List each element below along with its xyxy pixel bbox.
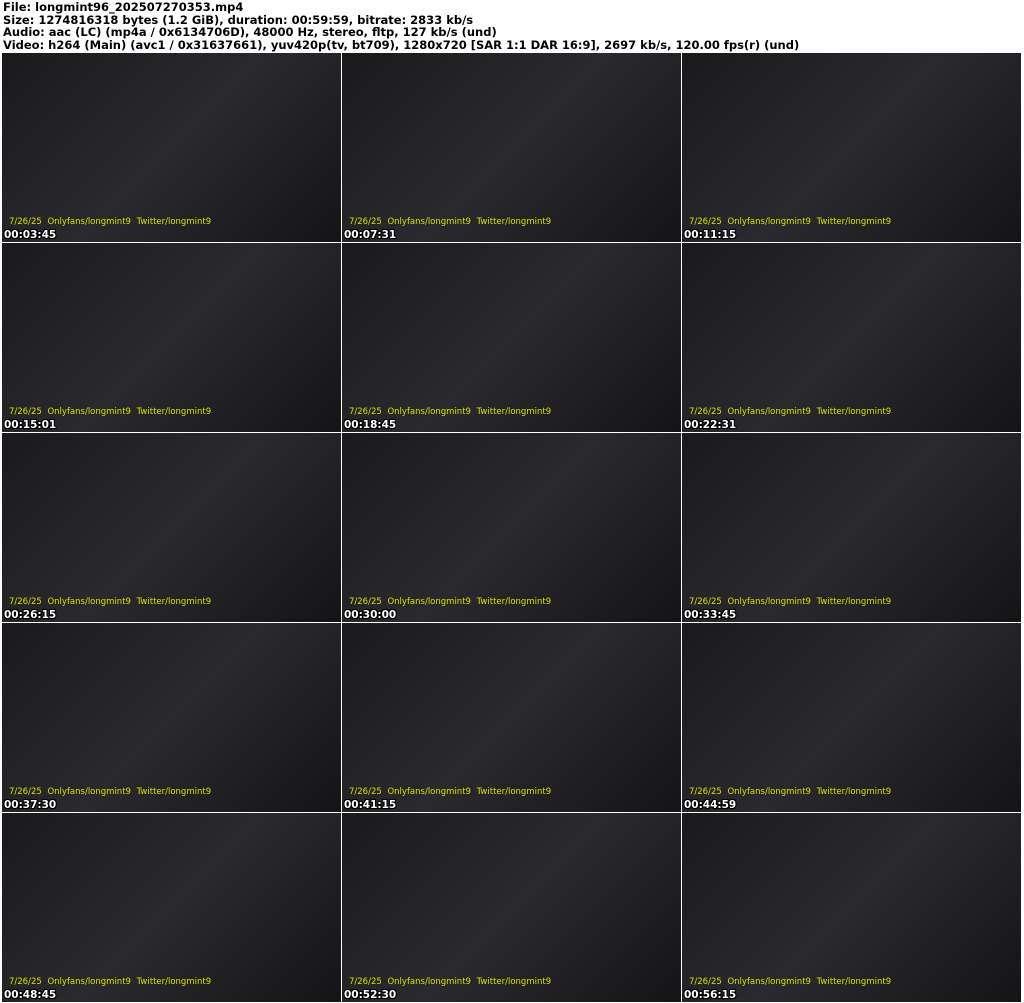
frame-watermark: 7/26/25 Onlyfans/longmint9 Twitter/longm…: [689, 977, 892, 987]
frame-timestamp: 00:44:59: [684, 799, 737, 811]
thumbnail-frame: 7/26/25 Onlyfans/longmint9 Twitter/longm…: [342, 243, 681, 432]
frame-image-placeholder: [342, 53, 681, 242]
thumbnail-frame: 7/26/25 Onlyfans/longmint9 Twitter/longm…: [2, 433, 341, 622]
frame-watermark: 7/26/25 Onlyfans/longmint9 Twitter/longm…: [689, 407, 892, 417]
frame-image-placeholder: [2, 623, 341, 812]
frame-timestamp: 00:37:30: [4, 799, 57, 811]
frame-image-placeholder: [2, 53, 341, 242]
file-name: File: longmint96_202507270353.mp4: [3, 0, 244, 14]
thumbnail-frame: 7/26/25 Onlyfans/longmint9 Twitter/longm…: [682, 433, 1021, 622]
frame-watermark: 7/26/25 Onlyfans/longmint9 Twitter/longm…: [689, 217, 892, 227]
thumbnail-frame: 7/26/25 Onlyfans/longmint9 Twitter/longm…: [2, 53, 341, 242]
frame-timestamp: 00:26:15: [4, 609, 57, 621]
frame-watermark: 7/26/25 Onlyfans/longmint9 Twitter/longm…: [349, 977, 552, 987]
frame-watermark: 7/26/25 Onlyfans/longmint9 Twitter/longm…: [9, 597, 212, 607]
thumbnail-frame: 7/26/25 Onlyfans/longmint9 Twitter/longm…: [2, 623, 341, 812]
thumbnail-frame: 7/26/25 Onlyfans/longmint9 Twitter/longm…: [2, 243, 341, 432]
frame-image-placeholder: [682, 623, 1021, 812]
frame-timestamp: 00:18:45: [344, 419, 397, 431]
frame-watermark: 7/26/25 Onlyfans/longmint9 Twitter/longm…: [9, 787, 212, 797]
frame-watermark: 7/26/25 Onlyfans/longmint9 Twitter/longm…: [349, 407, 552, 417]
frame-timestamp: 00:48:45: [4, 989, 57, 1001]
thumbnail-frame: 7/26/25 Onlyfans/longmint9 Twitter/longm…: [342, 813, 681, 1002]
frame-watermark: 7/26/25 Onlyfans/longmint9 Twitter/longm…: [349, 597, 552, 607]
frame-image-placeholder: [342, 623, 681, 812]
frame-watermark: 7/26/25 Onlyfans/longmint9 Twitter/longm…: [349, 217, 552, 227]
file-info-header: File: longmint96_202507270353.mp4 Size: …: [3, 1, 799, 51]
thumbnail-frame: 7/26/25 Onlyfans/longmint9 Twitter/longm…: [2, 813, 341, 1002]
frame-image-placeholder: [682, 53, 1021, 242]
thumbnail-frame: 7/26/25 Onlyfans/longmint9 Twitter/longm…: [682, 623, 1021, 812]
thumbnail-frame: 7/26/25 Onlyfans/longmint9 Twitter/longm…: [682, 53, 1021, 242]
video-info: Video: h264 (Main) (avc1 / 0x31637661), …: [3, 37, 800, 52]
frame-timestamp: 00:33:45: [684, 609, 737, 621]
frame-watermark: 7/26/25 Onlyfans/longmint9 Twitter/longm…: [9, 977, 212, 987]
frame-timestamp: 00:07:31: [344, 229, 397, 241]
frame-watermark: 7/26/25 Onlyfans/longmint9 Twitter/longm…: [689, 597, 892, 607]
frame-image-placeholder: [2, 433, 341, 622]
thumbnail-frame: 7/26/25 Onlyfans/longmint9 Twitter/longm…: [342, 433, 681, 622]
frame-watermark: 7/26/25 Onlyfans/longmint9 Twitter/longm…: [689, 787, 892, 797]
frame-image-placeholder: [342, 243, 681, 432]
frame-timestamp: 00:22:31: [684, 419, 737, 431]
thumbnail-frame: 7/26/25 Onlyfans/longmint9 Twitter/longm…: [342, 623, 681, 812]
frame-timestamp: 00:56:15: [684, 989, 737, 1001]
frame-image-placeholder: [342, 433, 681, 622]
frame-image-placeholder: [682, 813, 1021, 1002]
frame-image-placeholder: [682, 243, 1021, 432]
frame-timestamp: 00:03:45: [4, 229, 57, 241]
frame-image-placeholder: [682, 433, 1021, 622]
audio-info: Audio: aac (LC) (mp4a / 0x6134706D), 480…: [3, 25, 497, 39]
frame-image-placeholder: [2, 813, 341, 1002]
thumbnail-grid: 7/26/25 Onlyfans/longmint9 Twitter/longm…: [2, 53, 1021, 1002]
frame-watermark: 7/26/25 Onlyfans/longmint9 Twitter/longm…: [9, 407, 212, 417]
frame-timestamp: 00:30:00: [344, 609, 397, 621]
frame-timestamp: 00:52:30: [344, 989, 397, 1001]
thumbnail-frame: 7/26/25 Onlyfans/longmint9 Twitter/longm…: [342, 53, 681, 242]
frame-timestamp: 00:15:01: [4, 419, 57, 431]
frame-image-placeholder: [342, 813, 681, 1002]
frame-image-placeholder: [2, 243, 341, 432]
frame-watermark: 7/26/25 Onlyfans/longmint9 Twitter/longm…: [349, 787, 552, 797]
thumbnail-frame: 7/26/25 Onlyfans/longmint9 Twitter/longm…: [682, 813, 1021, 1002]
frame-timestamp: 00:11:15: [684, 229, 737, 241]
frame-watermark: 7/26/25 Onlyfans/longmint9 Twitter/longm…: [9, 217, 212, 227]
thumbnail-frame: 7/26/25 Onlyfans/longmint9 Twitter/longm…: [682, 243, 1021, 432]
frame-timestamp: 00:41:15: [344, 799, 397, 811]
